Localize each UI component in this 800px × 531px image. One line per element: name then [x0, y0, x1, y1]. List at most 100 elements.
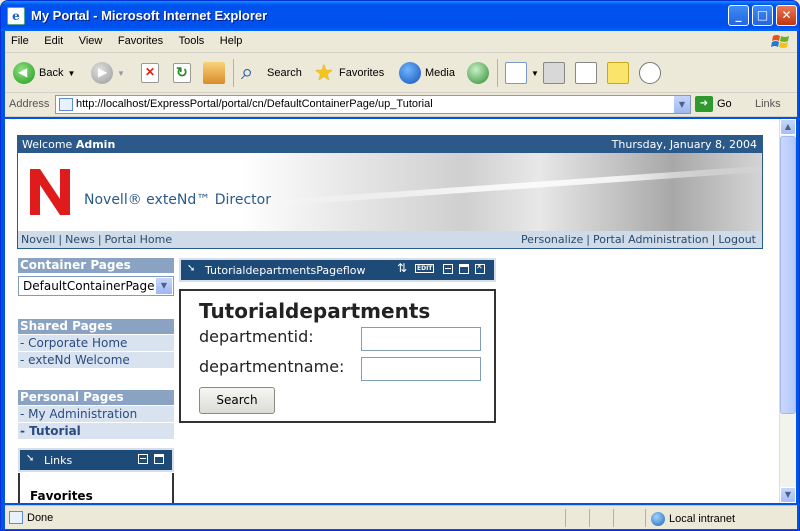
close-icon[interactable] [475, 262, 485, 274]
close-button[interactable]: ✕ [776, 5, 797, 26]
refresh-button[interactable] [173, 60, 191, 86]
history-icon [467, 62, 489, 84]
minimize-button[interactable]: _ [728, 5, 749, 26]
nav-logout-link[interactable]: Logout [718, 233, 756, 246]
minimize-icon[interactable] [138, 454, 148, 464]
departmentname-label: departmentname: [199, 357, 345, 376]
nav-separator: | [586, 233, 591, 246]
nav-news-link[interactable]: News [65, 233, 95, 246]
novell-logo [30, 169, 70, 215]
maximize-icon[interactable] [154, 454, 164, 464]
status-text: Done [27, 512, 54, 524]
window-title: My Portal - Microsoft Internet Explorer [31, 8, 268, 23]
product-name: Novell® exteNd™ Director [84, 192, 271, 208]
page-content: Welcome Admin Thursday, January 8, 2004 … [5, 119, 779, 503]
sidebar-item-tutorial[interactable]: - Tutorial [18, 423, 174, 439]
departmentid-label: departmentid: [199, 327, 314, 346]
links-toolbar[interactable]: Links [755, 98, 781, 110]
status-bar: Done Local intranet [5, 505, 797, 529]
go-button[interactable]: ➜ Go [695, 96, 732, 112]
maximize-icon[interactable] [459, 264, 469, 274]
container-pages-header: Container Pages [18, 258, 174, 273]
address-input[interactable]: http://localhost/ExpressPortal/portal/cn… [55, 95, 691, 114]
discuss-button[interactable] [607, 60, 629, 86]
chevron-down-icon: ▼ [117, 68, 125, 78]
menu-favorites[interactable]: Favorites [112, 31, 169, 47]
search-button[interactable]: Search [241, 59, 302, 86]
stop-button[interactable] [141, 60, 159, 86]
messenger-icon [639, 62, 661, 84]
scroll-up-icon[interactable]: ▲ [780, 119, 796, 135]
nav-portal-home-link[interactable]: Portal Home [105, 233, 173, 246]
favorites-heading: Favorites [30, 489, 93, 503]
edit-icon[interactable]: EDIT [415, 264, 435, 273]
welcome-prefix: Welcome [22, 138, 73, 151]
page-icon [59, 98, 73, 111]
nav-separator: | [711, 233, 716, 246]
refresh-icon [173, 63, 191, 83]
menu-bar: File Edit View Favorites Tools Help [5, 31, 797, 53]
print-button[interactable] [543, 60, 565, 86]
pageflow-portlet-bar: ➘ TutorialdepartmentsPageflow ⇅ EDIT [179, 258, 496, 282]
history-button[interactable] [467, 60, 489, 86]
forward-button[interactable]: ▼ [91, 60, 125, 86]
home-button[interactable] [203, 60, 225, 86]
user-name: Admin [75, 138, 116, 151]
address-dropdown[interactable]: ▼ [673, 96, 690, 113]
address-bar: Address http://localhost/ExpressPortal/p… [5, 93, 797, 117]
favorites-label: Favorites [339, 67, 385, 79]
menu-file[interactable]: File [5, 31, 35, 47]
links-portlet: Favorites [18, 473, 174, 503]
edit-button[interactable] [575, 60, 597, 86]
favorites-button[interactable]: Favorites [313, 60, 384, 86]
nav-left: Novell | News | Portal Home [21, 233, 172, 246]
container-page-select[interactable]: DefaultContainerPage ▼ [18, 276, 174, 296]
note-icon [607, 62, 629, 84]
media-button[interactable]: Media [399, 60, 455, 86]
scroll-thumb[interactable] [780, 136, 796, 414]
menu-view[interactable]: View [73, 31, 109, 47]
messenger-button[interactable] [639, 60, 661, 86]
star-icon [313, 60, 335, 86]
status-divider [645, 509, 646, 527]
sidebar-item-corporate-home[interactable]: - Corporate Home [18, 335, 174, 351]
minimize-icon[interactable] [443, 264, 453, 274]
zone-label: Local intranet [669, 513, 736, 525]
go-arrow-icon: ➜ [695, 96, 713, 112]
title-bar[interactable]: e My Portal - Microsoft Internet Explore… [1, 1, 799, 31]
nav-personalize-link[interactable]: Personalize [521, 233, 583, 246]
search-button[interactable]: Search [199, 387, 275, 414]
menu-help[interactable]: Help [214, 31, 249, 47]
maximize-button[interactable]: □ [752, 5, 773, 26]
chevron-down-icon: ▼ [67, 68, 76, 78]
links-portlet-bar: ➘ Links [18, 448, 174, 472]
portal-banner: Novell® exteNd™ Director [17, 153, 763, 231]
browser-window: e My Portal - Microsoft Internet Explore… [0, 0, 800, 531]
nav-portal-admin-link[interactable]: Portal Administration [593, 233, 709, 246]
collapse-arrow-icon[interactable]: ➘ [26, 453, 34, 464]
back-button[interactable]: Back ▼ [13, 60, 75, 86]
nav-right: Personalize | Portal Administration | Logout [521, 233, 756, 246]
mail-button[interactable]: ▼ [505, 60, 539, 86]
departmentid-input[interactable] [361, 327, 481, 351]
sidebar-item-extend-welcome[interactable]: - exteNd Welcome [18, 352, 174, 368]
forward-arrow-icon [91, 62, 113, 84]
sidebar-item-my-administration[interactable]: - My Administration [18, 406, 174, 422]
move-icon[interactable]: ⇅ [397, 261, 407, 275]
scroll-down-icon[interactable]: ▼ [780, 487, 796, 503]
collapse-arrow-icon[interactable]: ➘ [187, 263, 195, 274]
ie-icon: e [7, 7, 25, 25]
printer-icon [543, 62, 565, 84]
vertical-scrollbar[interactable]: ▲ ▼ [779, 119, 796, 503]
go-label: Go [717, 98, 732, 110]
status-divider [613, 509, 614, 527]
stop-icon [141, 63, 159, 83]
nav-novell-link[interactable]: Novell [21, 233, 55, 246]
media-label: Media [425, 67, 455, 79]
toolbar-divider [497, 59, 498, 87]
departmentname-input[interactable] [361, 357, 481, 381]
portal-nav: Novell | News | Portal Home Personalize | Port… [17, 231, 763, 249]
departments-form: Tutorialdepartments departmentid: depart… [179, 289, 496, 423]
menu-edit[interactable]: Edit [38, 31, 69, 47]
menu-tools[interactable]: Tools [173, 31, 211, 47]
